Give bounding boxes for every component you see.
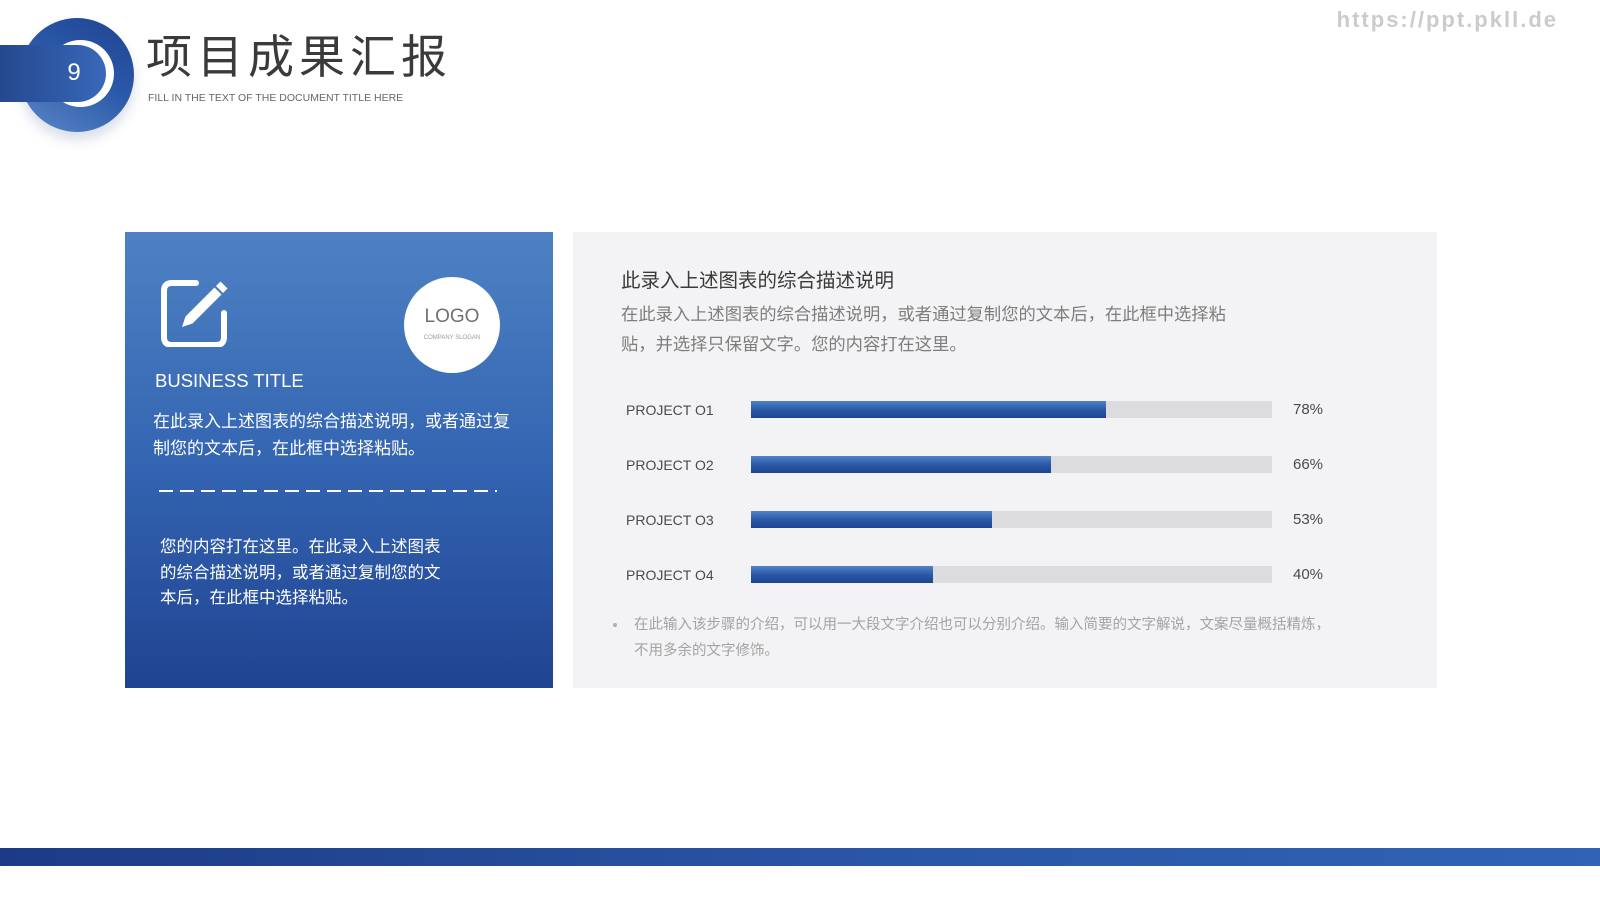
bar-category-label-4: PROJECT O4 (626, 566, 714, 583)
bar-fill-2 (751, 456, 1052, 473)
bar-track-3 (751, 511, 1272, 528)
bar-value-label-4: 40% (1293, 566, 1324, 583)
chart-panel-heading: 此录入上述图表的综合描述说明 (621, 270, 895, 292)
chart-panel-description: 在此录入上述图表的综合描述说明，或者通过复制您的文本后，在此框中选择粘贴，并选择… (621, 304, 1226, 354)
watermark-url: https://ppt.pkll.de (1336, 7, 1558, 32)
bar-category-label-2: PROJECT O2 (626, 456, 714, 473)
business-card: LOGO COMPANY SLOGAN BUSINESS TITLE 在此录入上… (125, 232, 553, 688)
bar-row-4: PROJECT O4 40% (626, 547, 1346, 602)
progress-chart: PROJECT O1 78% PROJECT O2 66% PROJECT O3 53% P… (626, 382, 1346, 602)
bar-row-3: PROJECT O3 53% (626, 492, 1346, 547)
bar-track-2 (751, 456, 1272, 473)
footer-bar (0, 848, 1600, 866)
bar-value-label-2: 66% (1293, 456, 1324, 473)
bar-value-label-1: 78% (1293, 401, 1324, 418)
business-body-text: 您的内容打在这里。在此录入上述图表的综合描述说明，或者通过复制您的文本后，在此框… (160, 538, 441, 607)
slide: 9 项目成果汇报 FILL IN THE TEXT OF THE DOCUMEN… (0, 0, 1600, 900)
business-description: 在此录入上述图表的综合描述说明，或者通过复制您的文本后，在此框中选择粘贴。 (153, 412, 510, 458)
chart-panel: 此录入上述图表的综合描述说明 在此录入上述图表的综合描述说明，或者通过复制您的文… (573, 232, 1437, 688)
bar-row-1: PROJECT O1 78% (626, 382, 1346, 437)
bar-fill-1 (751, 401, 1106, 418)
bar-value-label-3: 53% (1293, 511, 1324, 528)
bar-fill-3 (751, 511, 993, 528)
bar-category-label-3: PROJECT O3 (626, 511, 714, 528)
bar-track-4 (751, 566, 1272, 583)
page-title: 项目成果汇报 (146, 31, 452, 83)
bar-track-1 (751, 401, 1272, 418)
company-logo: LOGO COMPANY SLOGAN (404, 277, 500, 373)
business-title: BUSINESS TITLE (155, 370, 304, 391)
page-subtitle: FILL IN THE TEXT OF THE DOCUMENT TITLE H… (148, 92, 404, 104)
edit-icon (161, 280, 228, 347)
slide-number-badge (0, 45, 106, 102)
bar-category-label-1: PROJECT O1 (626, 401, 714, 418)
dashed-divider (159, 490, 497, 492)
bar-row-2: PROJECT O2 66% (626, 437, 1346, 492)
chart-panel-note: 在此输入该步骤的介绍，可以用一大段文字介绍也可以分别介绍。输入简要的文字解说，文… (634, 617, 1330, 659)
logo-text: LOGO (424, 306, 480, 327)
slide-number: 9 (67, 59, 81, 86)
bar-fill-4 (751, 566, 933, 583)
logo-slogan: COMPANY SLOGAN (423, 335, 481, 341)
bullet-icon (613, 623, 617, 627)
